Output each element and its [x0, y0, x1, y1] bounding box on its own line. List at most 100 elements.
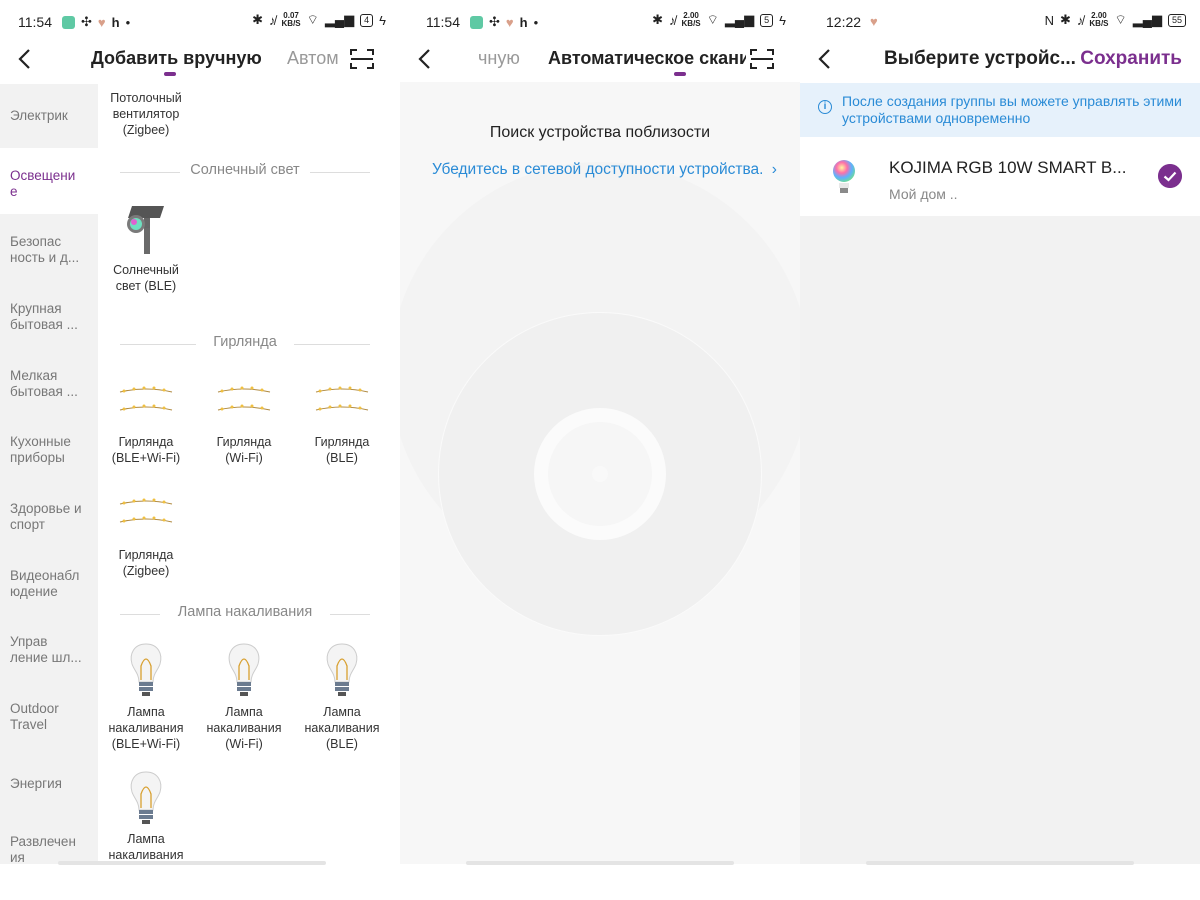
device-row[interactable]: KOJIMA RGB 10W SMART B... Мой дом .. — [800, 137, 1200, 216]
tab-auto-scan[interactable]: Автоматическое скани — [548, 48, 746, 69]
empty-area — [800, 216, 1200, 864]
mute-icon: ♪̸ — [269, 12, 276, 28]
tab-add-manually[interactable]: чную — [478, 48, 520, 69]
battery-icon: 4 — [360, 13, 374, 27]
garland-icon[interactable] — [312, 384, 372, 420]
section-incandescent: Лампа накаливания — [120, 604, 370, 624]
page-title: Выберите устройс... — [884, 48, 1076, 69]
app-icon — [62, 15, 75, 29]
device-ceiling-fan[interactable]: Потолочный вентилятор (Zigbee) — [98, 90, 194, 138]
top-bar: Добавить вручную Автом — [0, 38, 400, 82]
charging-icon: ϟ — [379, 12, 386, 28]
dot-icon: • — [125, 14, 131, 30]
device-garland-ble-wifi[interactable]: Гирлянда (BLE+Wi-Fi) — [98, 434, 194, 466]
wifi-icon: ⌔ — [306, 12, 319, 27]
chevron-left-icon[interactable] — [814, 46, 836, 72]
sidebar-item-control[interactable]: Управ ление шл... — [0, 634, 98, 666]
home-indicator — [866, 861, 1134, 865]
battery-icon: 55 — [1167, 13, 1186, 27]
device-lamp-wifi[interactable]: Лампа накаливания (Wi-Fi) — [196, 704, 292, 752]
heart-icon: ♥ — [97, 14, 106, 30]
sidebar-item-health[interactable]: Здоровье и спорт — [0, 501, 98, 533]
sidebar-item-outdoor[interactable]: Outdoor Travel — [0, 701, 98, 733]
solar-light-icon[interactable] — [124, 202, 168, 256]
home-indicator — [58, 861, 326, 865]
device-lamp-partial[interactable]: Лампа накаливания — [98, 831, 194, 861]
tab-indicator — [674, 72, 686, 76]
save-button[interactable]: Сохранить — [1080, 48, 1182, 70]
sidebar-item-small-appliances[interactable]: Мелкая бытовая ... — [0, 368, 98, 400]
dot-icon: • — [533, 14, 539, 30]
status-time: 11:54 — [426, 14, 460, 30]
network-rate: 2.00 KB/S — [1089, 11, 1109, 28]
info-icon: i — [818, 100, 832, 114]
bulb-icon[interactable] — [322, 642, 362, 700]
wifi-icon: ⌔ — [706, 12, 719, 27]
signal-icon: ▂▄▆ — [1132, 12, 1162, 27]
notification-icons: ✣ ♥ h • — [62, 14, 130, 30]
home-indicator — [466, 861, 734, 865]
device-name: KOJIMA RGB 10W SMART B... — [889, 158, 1127, 177]
top-bar: чную Автоматическое скани — [400, 38, 800, 82]
info-text: После создания группы вы можете управлят… — [842, 93, 1182, 126]
fan-icon: ✣ — [489, 14, 500, 29]
notification-icons: ✣ ♥ h • — [470, 14, 538, 30]
sidebar-item-energy[interactable]: Энергия — [0, 776, 98, 792]
device-home: Мой дом .. — [889, 186, 958, 202]
nfc-icon: N — [1044, 12, 1054, 28]
network-availability-link[interactable]: Убедитесь в сетевой доступности устройст… — [432, 161, 777, 179]
bluetooth-icon: ✱ — [1060, 12, 1071, 27]
sidebar-item-electric[interactable]: Электрик — [0, 108, 98, 124]
device-lamp-ble-wifi[interactable]: Лампа накаливания (BLE+Wi-Fi) — [98, 704, 194, 752]
notification-icons: ♥ — [870, 14, 878, 29]
app-icon — [470, 15, 483, 29]
bulb-icon[interactable] — [224, 642, 264, 700]
fan-icon: ✣ — [81, 14, 92, 29]
h-app-icon: h — [111, 14, 120, 30]
device-garland-ble[interactable]: Гирлянда (BLE) — [294, 434, 390, 466]
bulb-icon[interactable] — [126, 642, 166, 700]
mute-icon: ♪̸ — [669, 12, 676, 28]
category-sidebar: Электрик Освещени е Безопас ность и д...… — [0, 84, 98, 865]
scan-frame-icon[interactable] — [350, 48, 374, 70]
status-time: 12:22 — [826, 14, 862, 30]
chevron-left-icon[interactable] — [414, 46, 436, 72]
chevron-left-icon[interactable] — [14, 46, 36, 72]
system-icons: ✱ ♪̸ 0.07 KB/S ⌔ ▂▄▆ 4 ϟ — [252, 12, 386, 28]
device-list: Потолочный вентилятор (Zigbee) Солнечный… — [98, 84, 400, 864]
tab-add-manually[interactable]: Добавить вручную — [91, 48, 262, 69]
wifi-icon: ⌔ — [1114, 12, 1127, 27]
rgb-bulb-icon — [833, 160, 855, 193]
garland-icon[interactable] — [116, 384, 176, 420]
device-solar-light[interactable]: Солнечный свет (BLE) — [98, 262, 194, 294]
searching-label: Поиск устройства поблизости — [489, 124, 711, 141]
radar-ring — [592, 466, 608, 482]
auto-scan-screen: 11:54 ✣ ♥ h • ✱ ♪̸ 2.00 KB/S ⌔ ▂▄▆ 5 ϟ чн… — [400, 0, 800, 900]
system-icons: N ✱ ♪̸ 2.00 KB/S ⌔ ▂▄▆ 55 — [1045, 12, 1186, 28]
tab-indicator — [164, 72, 176, 76]
system-icons: ✱ ♪̸ 2.00 KB/S ⌔ ▂▄▆ 5 ϟ — [652, 12, 786, 28]
garland-icon[interactable] — [214, 384, 274, 420]
checkmark-icon[interactable] — [1158, 164, 1182, 188]
mute-icon: ♪̸ — [1076, 12, 1084, 28]
sidebar-item-large-appliances[interactable]: Крупная бытовая ... — [0, 301, 98, 333]
tab-auto-scan[interactable]: Автом — [287, 48, 339, 69]
info-banner: i После создания группы вы можете управл… — [800, 83, 1200, 137]
device-garland-zigbee[interactable]: Гирлянда (Zigbee) — [98, 547, 194, 579]
top-bar: Выберите устройс... Сохранить — [800, 38, 1200, 82]
sidebar-item-security[interactable]: Безопас ность и д... — [0, 234, 98, 266]
device-garland-wifi[interactable]: Гирлянда (Wi-Fi) — [196, 434, 292, 466]
heart-icon: ♥ — [505, 14, 514, 30]
h-app-icon: h — [519, 14, 528, 30]
radar-scan-area — [400, 82, 800, 864]
charging-icon: ϟ — [779, 12, 786, 28]
battery-icon: 5 — [760, 13, 774, 27]
bulb-icon[interactable] — [126, 770, 166, 828]
sidebar-item-video[interactable]: Видеонабл юдение — [0, 568, 98, 600]
sidebar-item-lighting[interactable]: Освещени е — [0, 148, 98, 214]
signal-icon: ▂▄▆ — [724, 12, 755, 27]
scan-frame-icon[interactable] — [750, 48, 774, 70]
sidebar-item-kitchen[interactable]: Кухонные приборы — [0, 434, 98, 466]
device-lamp-ble[interactable]: Лампа накаливания (BLE) — [294, 704, 390, 752]
garland-icon[interactable] — [116, 496, 176, 532]
